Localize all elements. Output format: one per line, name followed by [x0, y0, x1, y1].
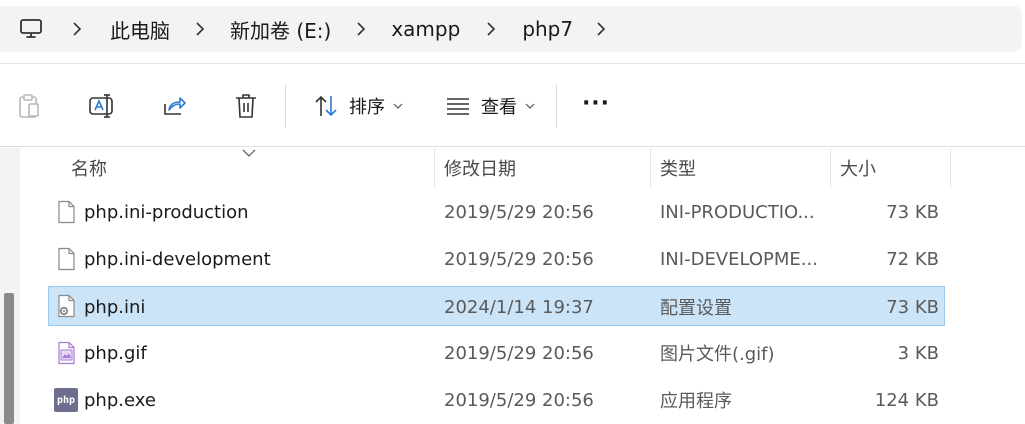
breadcrumb-label: php7: [522, 17, 574, 41]
file-type: 配置设置: [660, 298, 732, 319]
breadcrumb-drive-e[interactable]: 新加卷 (E:): [230, 6, 331, 52]
php-exe-icon-text: php: [56, 394, 76, 406]
clipboard-icon: [19, 94, 39, 118]
file-date: 2019/5/29 20:56: [444, 248, 594, 270]
file-size: 73 KB: [886, 201, 939, 223]
file-date: 2019/5/29 20:56: [444, 201, 594, 223]
share-icon: [164, 97, 186, 115]
file-list: 名称 修改日期 类型 大小 php.ini-production 2019/5/…: [0, 148, 1025, 424]
rename-icon: [89, 94, 113, 118]
chevron-down-icon: [393, 103, 403, 109]
php-exe-icon: php: [54, 388, 78, 412]
config-file-icon: [58, 294, 75, 318]
sort-button[interactable]: 排序: [306, 64, 410, 148]
breadcrumb-this-pc[interactable]: 此电脑: [110, 6, 170, 52]
rename-button[interactable]: [82, 64, 122, 148]
breadcrumb-label: 新加卷 (E:): [230, 18, 332, 43]
column-header-label: 大小: [840, 159, 876, 180]
file-name: php.ini-production: [84, 201, 249, 223]
file-name: php.ini-development: [84, 248, 271, 270]
this-pc-button[interactable]: [0, 6, 62, 52]
breadcrumb-xampp[interactable]: xampp: [391, 6, 460, 52]
file-size: 124 KB: [874, 389, 939, 411]
chevron-right-icon[interactable]: [331, 6, 391, 52]
breadcrumb-label: 此电脑: [110, 18, 170, 43]
file-name: php.exe: [84, 389, 156, 411]
chevron-right-icon[interactable]: [170, 6, 230, 52]
file-date: 2024/1/14 19:37: [444, 296, 594, 318]
file-size: 73 KB: [886, 296, 939, 318]
file-row-php-exe[interactable]: php php.exe 2019/5/29 20:56 应用程序 124 KB: [48, 380, 945, 420]
column-header-label: 修改日期: [444, 159, 516, 180]
file-date: 2019/5/29 20:56: [444, 389, 594, 411]
toolbar-separator: [556, 84, 557, 128]
column-header-type[interactable]: 类型: [660, 148, 696, 188]
chevron-right-icon[interactable]: [62, 6, 92, 52]
address-bar-region: 此电脑 新加卷 (E:) xampp php7: [0, 0, 1025, 62]
column-divider[interactable]: [950, 148, 951, 188]
paste-button[interactable]: [10, 64, 48, 148]
scrollbar-thumb[interactable]: [4, 293, 14, 424]
sort-icon: [315, 95, 337, 117]
view-button[interactable]: 查看: [438, 64, 542, 148]
file-row-php-ini[interactable]: php.ini 2024/1/14 19:37 配置设置 73 KB: [48, 286, 945, 326]
file-row-php-ini-production[interactable]: php.ini-production 2019/5/29 20:56 INI-P…: [48, 192, 945, 232]
column-header-label: 类型: [660, 159, 696, 180]
command-bar: 排序 查看 ···: [0, 63, 1025, 147]
file-size: 72 KB: [886, 248, 939, 270]
column-header-size[interactable]: 大小: [840, 148, 876, 188]
chevron-down-icon: [525, 103, 535, 109]
file-name: php.gif: [84, 342, 147, 364]
generic-file-icon: [58, 247, 75, 271]
file-type: INI-PRODUCTIO...: [660, 201, 815, 223]
file-type: 图片文件(.gif): [660, 344, 775, 365]
chevron-right-icon[interactable]: [460, 6, 522, 52]
column-divider[interactable]: [434, 148, 435, 188]
file-size: 3 KB: [897, 342, 939, 364]
sort-indicator-icon: [242, 149, 256, 157]
file-type: INI-DEVELOPME...: [660, 248, 818, 270]
breadcrumb-label: xampp: [391, 17, 461, 41]
trash-icon: [236, 94, 256, 118]
sort-label: 排序: [349, 97, 385, 118]
file-name: php.ini: [84, 296, 146, 318]
computer-icon: [20, 19, 42, 38]
generic-file-icon: [58, 200, 75, 224]
file-date: 2019/5/29 20:56: [444, 342, 594, 364]
view-label: 查看: [481, 97, 517, 118]
view-list-icon: [447, 98, 469, 115]
toolbar-separator: [285, 84, 286, 128]
address-bar[interactable]: 此电脑 新加卷 (E:) xampp php7: [0, 6, 1022, 52]
more-options-icon: ···: [581, 90, 611, 116]
column-header-name[interactable]: 名称: [71, 148, 107, 188]
file-type: 应用程序: [660, 391, 732, 412]
column-divider[interactable]: [830, 148, 831, 188]
delete-button[interactable]: [226, 64, 266, 148]
file-row-php-ini-development[interactable]: php.ini-development 2019/5/29 20:56 INI-…: [48, 239, 945, 279]
more-options-button[interactable]: ···: [572, 64, 620, 148]
file-row-php-gif[interactable]: php.gif 2019/5/29 20:56 图片文件(.gif) 3 KB: [48, 333, 945, 373]
column-header-label: 名称: [71, 159, 107, 180]
breadcrumb-php7[interactable]: php7: [522, 6, 573, 52]
image-file-icon: [58, 341, 75, 365]
column-header-date[interactable]: 修改日期: [444, 148, 516, 188]
share-button[interactable]: [154, 64, 194, 148]
column-divider[interactable]: [650, 148, 651, 188]
navigation-pane-edge: [0, 148, 20, 424]
chevron-right-icon[interactable]: [573, 6, 629, 52]
